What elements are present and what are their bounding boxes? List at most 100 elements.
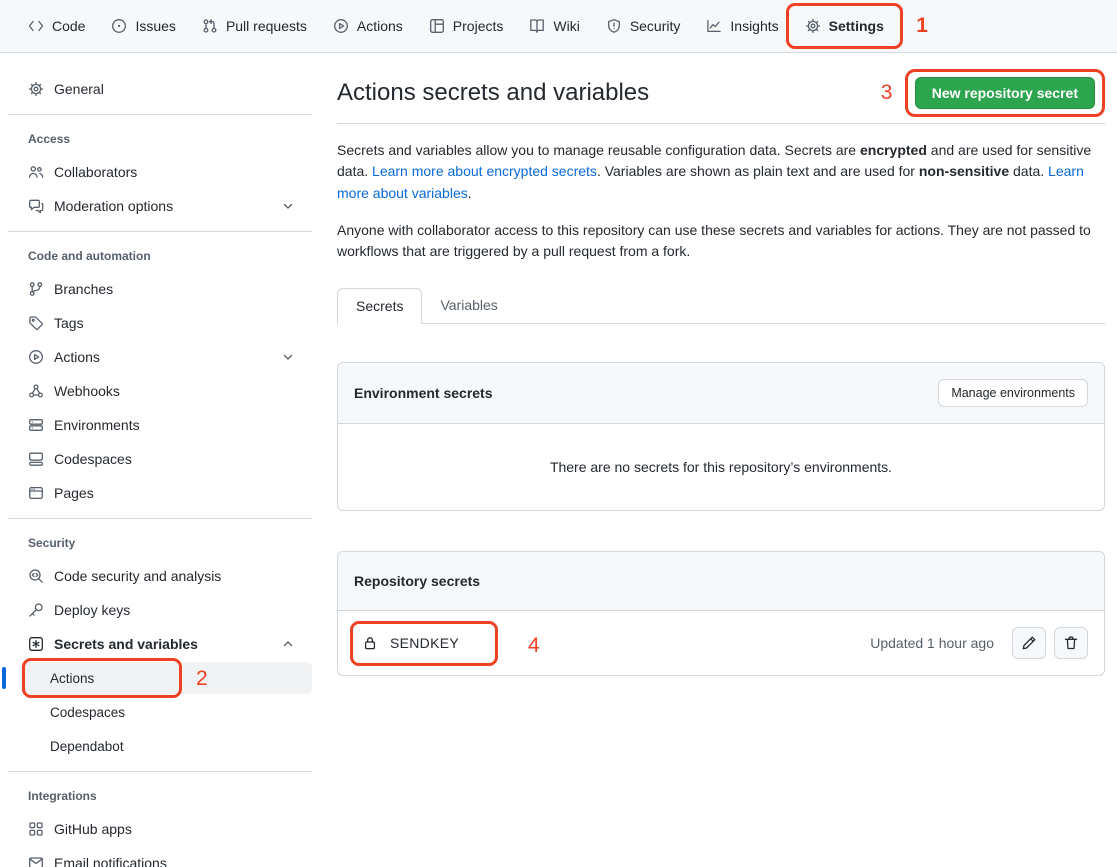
code-icon <box>28 18 44 34</box>
sidebar-item-tags[interactable]: Tags <box>0 307 312 339</box>
comment-discussion-icon <box>28 198 44 214</box>
text-bold: non-sensitive <box>919 163 1009 179</box>
annotation-number-2: 2 <box>196 668 208 689</box>
intro-text: Secrets and variables allow you to manag… <box>337 140 1105 262</box>
nav-tab-label: Security <box>630 18 681 34</box>
settings-sidebar: General Access Collaborators Moderation … <box>0 53 320 867</box>
repository-secrets-box: Repository secrets SENDKEY 4 Updated 1 h… <box>337 551 1105 676</box>
secret-updated-timestamp: Updated 1 hour ago <box>870 635 994 651</box>
sidebar-item-branches[interactable]: Branches <box>0 273 312 305</box>
sidebar-item-code-security[interactable]: Code security and analysis <box>0 560 312 592</box>
sidebar-section-security: Security <box>0 528 320 558</box>
page-title: Actions secrets and variables <box>337 79 649 107</box>
nav-tab-security[interactable]: Security <box>598 12 689 40</box>
play-circle-icon <box>333 18 349 34</box>
nav-tab-insights[interactable]: Insights <box>698 12 786 40</box>
tab-variables[interactable]: Variables <box>422 288 515 323</box>
sidebar-item-github-apps[interactable]: GitHub apps <box>0 813 312 845</box>
sidebar-item-label: GitHub apps <box>54 821 132 837</box>
nav-tab-label: Code <box>52 18 85 34</box>
gear-icon <box>28 81 44 97</box>
sidebar-item-collaborators[interactable]: Collaborators <box>0 156 312 188</box>
sidebar-item-webhooks[interactable]: Webhooks <box>0 375 312 407</box>
intro-paragraph-1: Secrets and variables allow you to manag… <box>337 140 1105 204</box>
sidebar-item-label: Tags <box>54 315 84 331</box>
sidebar-item-label: Pages <box>54 485 94 501</box>
sidebar-item-moderation-options[interactable]: Moderation options <box>0 190 312 222</box>
sidebar-subitem-dependabot[interactable]: Dependabot <box>0 730 312 762</box>
sidebar-subitem-label: Codespaces <box>50 705 125 720</box>
sidebar-item-pages[interactable]: Pages <box>0 477 312 509</box>
sidebar-item-label: Code security and analysis <box>54 568 221 584</box>
sidebar-item-general[interactable]: General <box>0 73 312 105</box>
sidebar-item-codespaces[interactable]: Codespaces <box>0 443 312 475</box>
webhook-icon <box>28 383 44 399</box>
chevron-down-icon <box>280 349 296 365</box>
nav-tab-pull-requests[interactable]: Pull requests <box>194 12 315 40</box>
divider <box>337 123 1105 124</box>
pull-request-icon <box>202 18 218 34</box>
text: . Variables are shown as plain text and … <box>597 163 919 179</box>
sidebar-item-actions[interactable]: Actions <box>0 341 312 373</box>
nav-tab-wiki[interactable]: Wiki <box>521 12 587 40</box>
nav-tab-label: Insights <box>730 18 778 34</box>
issue-opened-icon <box>111 18 127 34</box>
sidebar-item-label: Codespaces <box>54 451 132 467</box>
sidebar-item-label: Environments <box>54 417 140 433</box>
github-settings-page: Code Issues Pull requests Actions Projec… <box>0 0 1117 867</box>
people-icon <box>28 164 44 180</box>
sidebar-item-label: Collaborators <box>54 164 137 180</box>
sidebar-item-secrets-and-variables[interactable]: Secrets and variables <box>0 628 312 660</box>
sidebar-item-label: Branches <box>54 281 113 297</box>
encrypted-secrets-link[interactable]: Learn more about encrypted secrets <box>372 163 597 179</box>
secret-row: SENDKEY 4 Updated 1 hour ago <box>338 611 1104 675</box>
tag-icon <box>28 315 44 331</box>
manage-environments-button[interactable]: Manage environments <box>938 379 1088 407</box>
delete-secret-button[interactable] <box>1054 627 1088 659</box>
nav-tab-label: Actions <box>357 18 403 34</box>
sidebar-subitem-label: Actions <box>50 671 94 686</box>
text: data. <box>1009 163 1048 179</box>
pencil-icon <box>1021 635 1037 651</box>
divider <box>8 518 312 519</box>
sidebar-item-email-notifications[interactable]: Email notifications <box>0 847 312 867</box>
sidebar-item-environments[interactable]: Environments <box>0 409 312 441</box>
graph-icon <box>706 18 722 34</box>
nav-tab-label: Wiki <box>553 18 579 34</box>
browser-icon <box>28 485 44 501</box>
new-repository-secret-button[interactable]: New repository secret <box>915 77 1095 109</box>
nav-tab-settings[interactable]: Settings 1 <box>797 12 892 40</box>
sidebar-item-label: Actions <box>54 349 100 365</box>
secrets-variables-tabs: Secrets Variables <box>337 288 1105 324</box>
sidebar-subitem-codespaces[interactable]: Codespaces <box>0 696 312 728</box>
nav-tab-code[interactable]: Code <box>20 12 93 40</box>
nav-tab-label: Projects <box>453 18 504 34</box>
lock-icon <box>362 635 378 651</box>
secret-name: SENDKEY <box>390 635 459 651</box>
sidebar-item-deploy-keys[interactable]: Deploy keys <box>0 594 312 626</box>
annotation-box-2 <box>22 658 182 698</box>
active-item-accent-bar <box>2 667 6 689</box>
text-bold: encrypted <box>860 142 927 158</box>
nav-tab-projects[interactable]: Projects <box>421 12 512 40</box>
nav-tab-issues[interactable]: Issues <box>103 12 183 40</box>
text: Secrets and variables allow you to manag… <box>337 142 860 158</box>
sidebar-subitem-actions[interactable]: Actions 2 <box>20 662 312 694</box>
trash-icon <box>1063 635 1079 651</box>
code-scan-icon <box>28 568 44 584</box>
book-icon <box>529 18 545 34</box>
sidebar-item-label: Moderation options <box>54 198 173 214</box>
nav-tab-label: Issues <box>135 18 175 34</box>
active-tab-underline <box>803 47 886 49</box>
chevron-down-icon <box>280 198 296 214</box>
nav-tab-actions[interactable]: Actions <box>325 12 411 40</box>
repo-nav: Code Issues Pull requests Actions Projec… <box>0 0 1117 53</box>
divider <box>8 114 312 115</box>
environment-secrets-empty-message: There are no secrets for this repository… <box>338 424 1104 510</box>
tab-secrets[interactable]: Secrets <box>337 288 422 324</box>
key-icon <box>28 602 44 618</box>
edit-secret-button[interactable] <box>1012 627 1046 659</box>
gear-icon <box>805 18 821 34</box>
divider <box>8 231 312 232</box>
repository-secrets-title: Repository secrets <box>354 573 480 589</box>
